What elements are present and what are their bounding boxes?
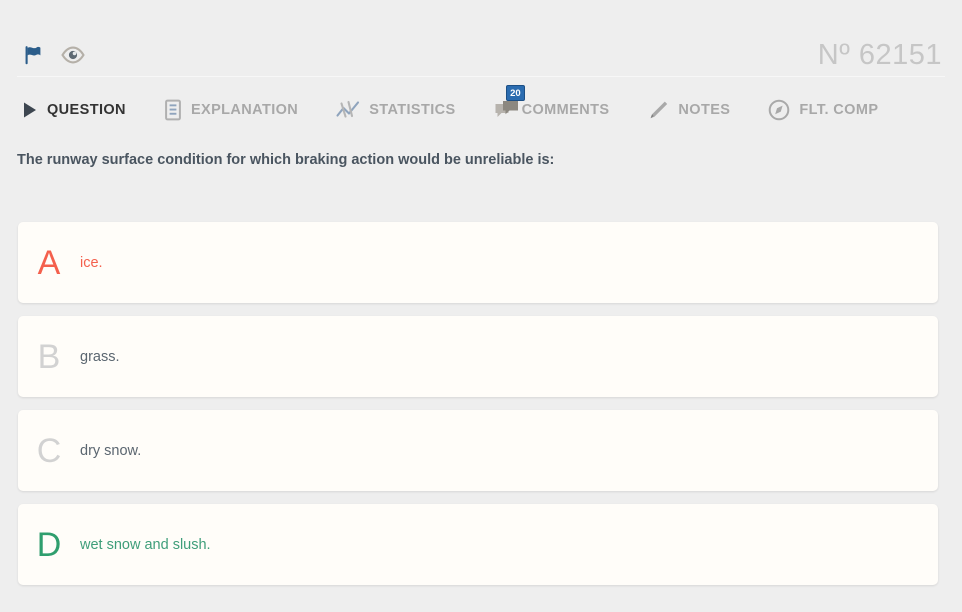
option-text-b: grass. [80,348,120,365]
document-lines-icon [164,99,182,121]
tab-notes[interactable]: NOTES [639,92,738,128]
tab-flt-comp-label: FLT. COMP [799,102,879,118]
answer-option-c[interactable]: C dry snow. [18,410,938,491]
tab-question-label: QUESTION [47,102,126,118]
option-letter-c: C [36,431,62,470]
tab-flt-comp[interactable]: FLT. COMP [760,92,886,128]
tab-statistics-label: STATISTICS [369,102,456,118]
play-triangle-icon [22,101,38,119]
option-text-a: ice. [80,254,103,271]
line-chart-icon [336,100,360,120]
tab-bar: QUESTION EXPLANATION STATISTICS 20 COMME… [14,85,886,128]
answer-option-a[interactable]: A ice. [18,222,938,303]
answer-option-d[interactable]: D wet snow and slush. [18,504,938,585]
tab-question[interactable]: QUESTION [14,92,134,128]
answer-options-list: A ice. B grass. C dry snow. D wet snow a… [18,222,938,598]
option-letter-a: A [37,243,61,282]
answer-option-b[interactable]: B grass. [18,316,938,397]
tab-explanation[interactable]: EXPLANATION [156,92,306,128]
option-letter-b: B [37,337,61,376]
option-letter-d: D [36,525,62,564]
question-viewer-page: Nº 62151 QUESTION EXPLANATION STATISTICS… [0,0,962,612]
option-text-d: wet snow and slush. [80,536,211,553]
header-actions [20,38,86,72]
tab-comments-label: COMMENTS [521,102,610,118]
tab-comments[interactable]: 20 COMMENTS [486,85,618,128]
speech-bubbles-icon: 20 [494,85,526,121]
tab-statistics[interactable]: STATISTICS [328,92,463,128]
eye-icon[interactable] [60,42,86,68]
flag-icon[interactable] [20,42,46,68]
header-toolbar: Nº 62151 [0,38,962,76]
option-text-c: dry snow. [80,442,142,459]
question-number: Nº 62151 [817,39,942,71]
pencil-icon [647,100,669,120]
compass-icon [768,99,790,121]
tab-notes-label: NOTES [678,102,731,118]
question-prompt: The runway surface condition for which b… [17,152,555,168]
comments-badge: 20 [505,85,526,101]
tab-explanation-label: EXPLANATION [190,102,299,118]
header-divider [17,76,945,77]
